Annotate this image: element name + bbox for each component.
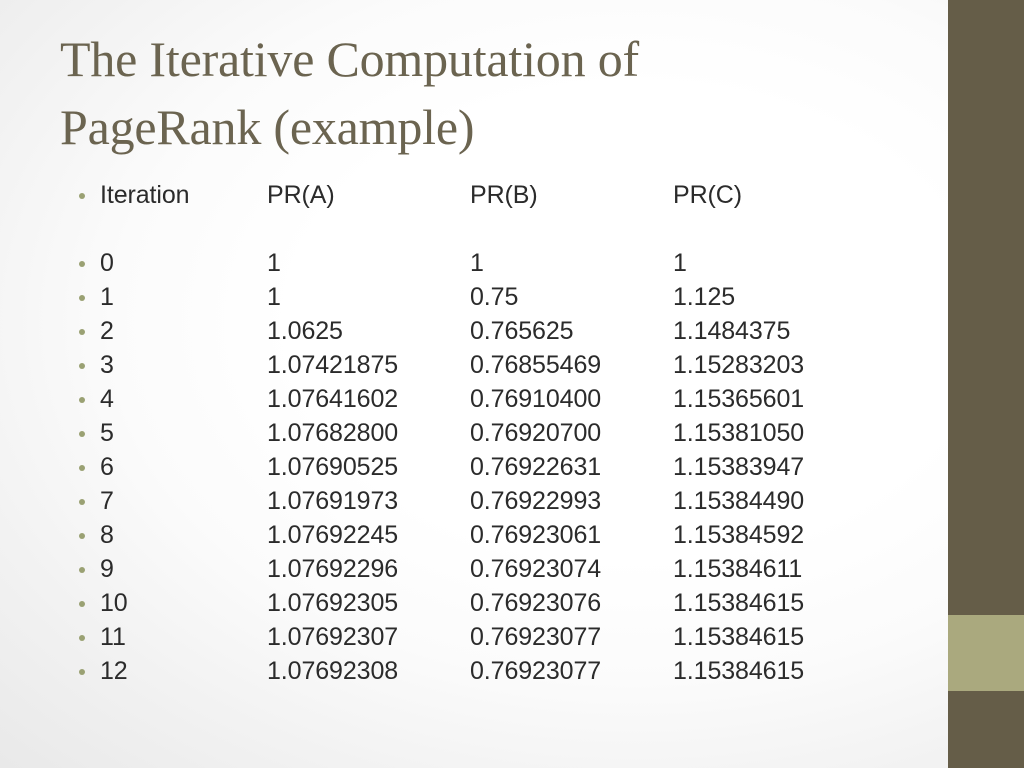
table-header-row: Iteration PR(A) PR(B) PR(C) xyxy=(0,178,900,212)
cell-pr-a: 1.07692296 xyxy=(267,555,399,583)
table-row: 1 1 0.75 1.125 xyxy=(0,280,900,314)
bullet-icon xyxy=(79,635,85,641)
table-row: 2 1.0625 0.765625 1.1484375 xyxy=(0,314,900,348)
column-header-pr-a: PR(A) xyxy=(267,181,335,209)
cell-pr-b: 0.76923077 xyxy=(470,623,602,651)
cell-pr-c: 1.125 xyxy=(673,283,736,311)
cell-pr-a: 1.07690525 xyxy=(267,453,399,481)
column-header-iteration: Iteration xyxy=(100,181,190,209)
cell-iteration: 6 xyxy=(100,453,114,481)
cell-pr-c: 1.15383947 xyxy=(673,453,805,481)
cell-pr-c: 1.15381050 xyxy=(673,419,805,447)
cell-pr-c: 1.15283203 xyxy=(673,351,805,379)
right-accent-band xyxy=(948,615,1024,691)
bullet-icon xyxy=(79,295,85,301)
table-row: 8 1.07692245 0.76923061 1.15384592 xyxy=(0,518,900,552)
cell-pr-a: 1.07692245 xyxy=(267,521,399,549)
cell-iteration: 11 xyxy=(100,623,126,651)
cell-iteration: 12 xyxy=(100,657,128,685)
table-row: 12 1.07692308 0.76923077 1.15384615 xyxy=(0,654,900,688)
bullet-icon xyxy=(79,431,85,437)
table-row: 3 1.07421875 0.76855469 1.15283203 xyxy=(0,348,900,382)
table-row: 11 1.07692307 0.76923077 1.15384615 xyxy=(0,620,900,654)
slide-canvas: The Iterative Computation of PageRank (e… xyxy=(0,0,1024,768)
cell-pr-b: 0.765625 xyxy=(470,317,574,345)
cell-pr-b: 0.76855469 xyxy=(470,351,602,379)
cell-pr-a: 1 xyxy=(267,283,281,311)
table-row: 6 1.07690525 0.76922631 1.15383947 xyxy=(0,450,900,484)
bullet-icon xyxy=(79,499,85,505)
cell-pr-b: 0.76922993 xyxy=(470,487,602,515)
cell-pr-c: 1.15384615 xyxy=(673,589,805,617)
pagerank-iteration-table: Iteration PR(A) PR(B) PR(C) 0 1 1 1 1 1 0.75 1.… xyxy=(0,178,900,688)
cell-iteration: 4 xyxy=(100,385,114,413)
table-rows-container: 0 1 1 1 1 1 0.75 1.125 2 1.0625 0.765625 1.1484375 3… xyxy=(0,246,900,688)
cell-pr-c: 1.15384615 xyxy=(673,657,805,685)
cell-pr-b: 0.76922631 xyxy=(470,453,602,481)
cell-pr-b: 0.75 xyxy=(470,283,519,311)
cell-pr-c: 1.15384592 xyxy=(673,521,805,549)
bullet-icon xyxy=(79,363,85,369)
column-header-pr-b: PR(B) xyxy=(470,181,538,209)
cell-pr-b: 1 xyxy=(470,249,484,277)
cell-iteration: 0 xyxy=(100,249,114,277)
cell-iteration: 8 xyxy=(100,521,114,549)
cell-pr-a: 1.07641602 xyxy=(267,385,399,413)
table-row: 0 1 1 1 xyxy=(0,246,900,280)
bullet-icon xyxy=(79,193,85,199)
table-row: 7 1.07691973 0.76922993 1.15384490 xyxy=(0,484,900,518)
cell-pr-b: 0.76923061 xyxy=(470,521,602,549)
cell-pr-c: 1 xyxy=(673,249,687,277)
table-row: 5 1.07682800 0.76920700 1.15381050 xyxy=(0,416,900,450)
table-row: 4 1.07641602 0.76910400 1.15365601 xyxy=(0,382,900,416)
cell-pr-b: 0.76910400 xyxy=(470,385,602,413)
table-row: 9 1.07692296 0.76923074 1.15384611 xyxy=(0,552,900,586)
cell-pr-c: 1.15384615 xyxy=(673,623,805,651)
cell-pr-b: 0.76923076 xyxy=(470,589,602,617)
table-row: 10 1.07692305 0.76923076 1.15384615 xyxy=(0,586,900,620)
cell-iteration: 7 xyxy=(100,487,114,515)
cell-pr-a: 1.07421875 xyxy=(267,351,399,379)
cell-iteration: 5 xyxy=(100,419,114,447)
cell-pr-a: 1.07682800 xyxy=(267,419,399,447)
cell-iteration: 9 xyxy=(100,555,114,583)
bullet-icon xyxy=(79,533,85,539)
bullet-icon xyxy=(79,397,85,403)
cell-pr-c: 1.15384611 xyxy=(673,555,803,583)
cell-pr-a: 1 xyxy=(267,249,281,277)
bullet-icon xyxy=(79,329,85,335)
cell-iteration: 2 xyxy=(100,317,114,345)
cell-pr-a: 1.07692308 xyxy=(267,657,399,685)
cell-pr-a: 1.07692307 xyxy=(267,623,399,651)
cell-pr-a: 1.0625 xyxy=(267,317,343,345)
cell-pr-a: 1.07691973 xyxy=(267,487,399,515)
cell-pr-c: 1.1484375 xyxy=(673,317,791,345)
slide-title: The Iterative Computation of PageRank (e… xyxy=(60,31,639,155)
cell-pr-c: 1.15384490 xyxy=(673,487,805,515)
bullet-icon xyxy=(79,601,85,607)
cell-pr-b: 0.76923077 xyxy=(470,657,602,685)
cell-iteration: 3 xyxy=(100,351,114,379)
cell-pr-b: 0.76920700 xyxy=(470,419,602,447)
bullet-icon xyxy=(79,669,85,675)
cell-iteration: 1 xyxy=(100,283,114,311)
bullet-icon xyxy=(79,261,85,267)
cell-pr-a: 1.07692305 xyxy=(267,589,399,617)
cell-pr-c: 1.15365601 xyxy=(673,385,805,413)
column-header-pr-c: PR(C) xyxy=(673,181,742,209)
cell-pr-b: 0.76923074 xyxy=(470,555,602,583)
bullet-icon xyxy=(79,567,85,573)
cell-iteration: 10 xyxy=(100,589,128,617)
bullet-icon xyxy=(79,465,85,471)
row-spacer xyxy=(0,212,900,246)
